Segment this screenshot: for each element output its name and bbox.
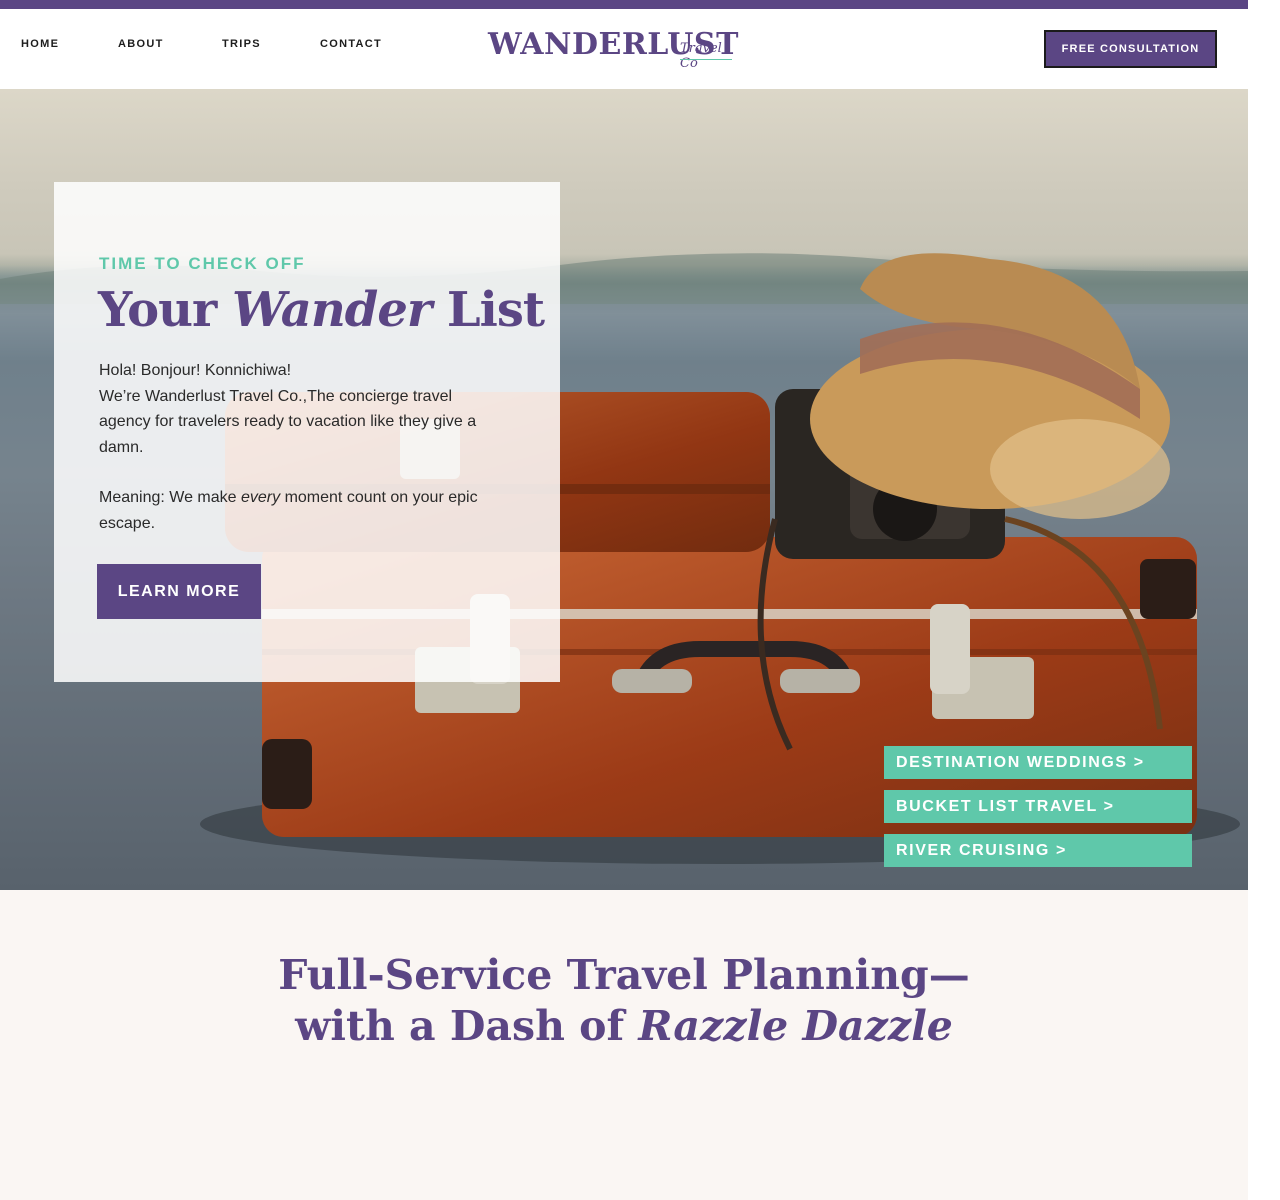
site-header: HOME ABOUT TRIPS CONTACT WANDERLUST Trav… [0, 9, 1248, 89]
site-logo[interactable]: WANDERLUST Travel Co [488, 27, 738, 75]
free-consultation-button[interactable]: FREE CONSULTATION [1044, 30, 1217, 68]
nav-trips[interactable]: TRIPS [222, 38, 261, 50]
hero-intro-card: TIME TO CHECK OFF Your Wander List Hola!… [54, 182, 560, 682]
hero-paragraph-meaning: Meaning: We make every moment count on y… [99, 485, 479, 536]
hero-paragraph-intro: Hola! Bonjour! Konnichiwa! We’re Wanderl… [99, 358, 479, 460]
section-title-line2-before: with a Dash of [295, 1002, 639, 1050]
hero-headline: Your Wander List [98, 282, 545, 338]
hero-greeting: Hola! Bonjour! Konnichiwa! [99, 362, 292, 379]
hero-body: Hola! Bonjour! Konnichiwa! We’re Wanderl… [99, 358, 479, 536]
hero-description: We’re Wanderlust Travel Co.,The concierg… [99, 387, 477, 456]
section-title-line1: Full-Service Travel Planning— [278, 951, 970, 999]
meaning-emphasis: every [241, 489, 281, 506]
hero-kicker: TIME TO CHECK OFF [99, 254, 306, 273]
headline-word-list: List [446, 282, 545, 338]
nav-contact[interactable]: CONTACT [320, 38, 382, 50]
meaning-before: Meaning: We make [99, 489, 241, 506]
nav-home[interactable]: HOME [21, 38, 59, 50]
river-cruising-link[interactable]: RIVER CRUISING > [884, 834, 1192, 867]
page: HOME ABOUT TRIPS CONTACT WANDERLUST Trav… [0, 0, 1248, 1200]
bucket-list-travel-link[interactable]: BUCKET LIST TRAVEL > [884, 790, 1192, 823]
logo-underline [680, 59, 732, 60]
headline-word-your: Your [98, 282, 217, 338]
learn-more-button[interactable]: LEARN MORE [97, 564, 261, 619]
headline-word-wander: Wander [232, 282, 432, 338]
destination-weddings-link[interactable]: DESTINATION WEDDINGS > [884, 746, 1192, 779]
hero-section: TIME TO CHECK OFF Your Wander List Hola!… [0, 89, 1248, 890]
section-title: Full-Service Travel Planning— with a Das… [0, 950, 1248, 1052]
logo-subtitle: Travel Co [680, 41, 722, 71]
section-title-emphasis: Razzle Dazzle [638, 1002, 953, 1050]
top-accent-bar [0, 0, 1248, 9]
nav-about[interactable]: ABOUT [118, 38, 164, 50]
